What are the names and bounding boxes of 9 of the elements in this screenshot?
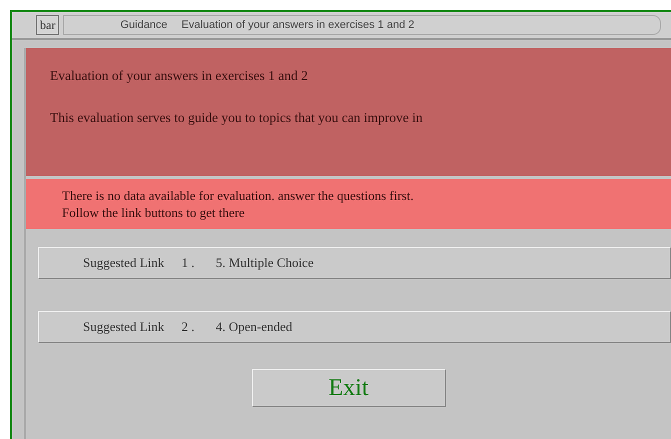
window-title: Evaluation of your answers in exercises 1 and 2 — [181, 18, 414, 33]
intro-text: This evaluation serves to guide you to topics that you can improve in — [50, 109, 424, 128]
notice-text: Follow the link buttons to get there — [62, 204, 246, 221]
suggested-link-button[interactable]: Suggested Link 2 . 4. Open-ended — [38, 311, 671, 343]
bar-button[interactable]: bar — [36, 15, 60, 35]
intro-heading: Evaluation of your answers in exercises 1 and 2 — [50, 67, 309, 85]
section-label: Guidance — [120, 18, 168, 33]
notice-text: There is no data available for evaluation. answer the questions first. — [62, 187, 415, 204]
suggested-link-button[interactable]: Suggested Link 1 . 5. Multiple Choice — [38, 247, 671, 279]
